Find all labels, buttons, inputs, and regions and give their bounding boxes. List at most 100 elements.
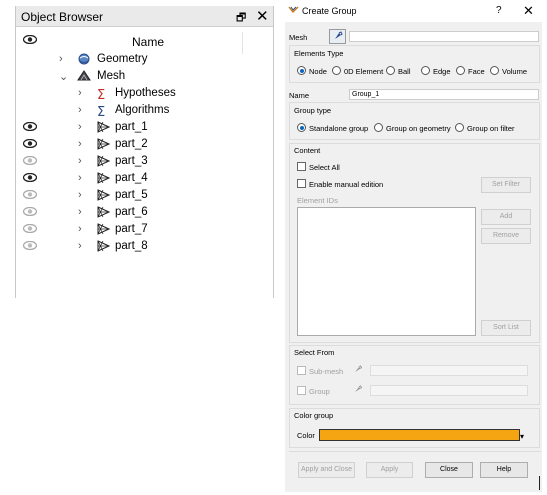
tree-header: Name: [16, 32, 273, 54]
tree-item[interactable]: › part_1: [16, 120, 272, 137]
elements-type-title: Elements Type: [294, 49, 344, 58]
elements-type-radio[interactable]: [456, 66, 465, 75]
submesh-icon: [97, 121, 111, 136]
group-field[interactable]: [370, 385, 528, 396]
tree-item-label: part_4: [115, 172, 148, 184]
tree-item-label: part_1: [115, 121, 148, 133]
set-filter-button[interactable]: Set Filter: [481, 177, 531, 193]
close-icon[interactable]: ✕: [523, 3, 534, 19]
tree-item[interactable]: › part_3: [16, 154, 272, 171]
tree-item[interactable]: › part_5: [16, 188, 272, 205]
object-browser-titlebar: Object Browser 🗗 ✕: [16, 6, 273, 27]
visibility-eye-icon[interactable]: [22, 189, 38, 202]
visibility-eye-icon[interactable]: [22, 121, 38, 134]
chevron-right-icon[interactable]: ›: [78, 138, 82, 150]
chevron-right-icon[interactable]: ›: [78, 189, 82, 201]
apply-and-close-button[interactable]: Apply and Close: [298, 462, 355, 478]
submesh-icon: [97, 138, 111, 153]
chevron-right-icon[interactable]: ›: [78, 104, 82, 116]
group-type-radio[interactable]: [297, 123, 306, 132]
chevron-right-icon[interactable]: ›: [78, 155, 82, 167]
visibility-eye-icon[interactable]: [22, 206, 38, 219]
help-button[interactable]: Help: [480, 462, 528, 478]
elements-type-radio[interactable]: [332, 66, 341, 75]
elements-type-radio[interactable]: [386, 66, 395, 75]
tree-item-label: Mesh: [97, 70, 126, 82]
visibility-eye-icon[interactable]: [22, 223, 38, 236]
create-group-icon: [288, 5, 299, 17]
group-type-option-label: Standalone group: [309, 124, 369, 133]
visibility-eye-icon[interactable]: [22, 155, 38, 168]
tree-item-label: part_7: [115, 223, 148, 235]
elements-type-radio[interactable]: [421, 66, 430, 75]
submesh-icon: [97, 172, 111, 187]
visibility-eye-icon[interactable]: [22, 172, 38, 185]
tree-item[interactable]: › part_7: [16, 222, 272, 239]
dialog-titlebar: Create Group ? ✕: [285, 0, 542, 22]
submesh-select-icon[interactable]: [352, 364, 363, 375]
group-checkbox[interactable]: [297, 386, 306, 395]
group-type-title: Group type: [294, 106, 332, 115]
mesh-select-button[interactable]: [329, 29, 346, 44]
header-separator: [242, 32, 243, 54]
chevron-right-icon[interactable]: ›: [78, 172, 82, 184]
submesh-icon: [97, 189, 111, 204]
elements-type-option-label: Node: [309, 67, 327, 76]
tree-item[interactable]: ⌄ Mesh: [16, 69, 272, 86]
color-group-title: Color group: [294, 411, 334, 420]
remove-button[interactable]: Remove: [481, 228, 531, 244]
group-type-option-label: Group on geometry: [386, 124, 451, 133]
chevron-right-icon[interactable]: ›: [78, 240, 82, 252]
visibility-eye-icon[interactable]: [22, 240, 38, 253]
add-button[interactable]: Add: [481, 209, 531, 225]
tree-item[interactable]: › Σ Hypotheses: [16, 86, 272, 103]
tree-item[interactable]: › part_6: [16, 205, 272, 222]
mesh-icon: [77, 70, 91, 85]
tree-item[interactable]: › Σ Algorithms: [16, 103, 272, 120]
tree-item[interactable]: › part_8: [16, 239, 272, 256]
submesh-field[interactable]: [370, 365, 528, 376]
elements-type-option-label: Volume: [502, 67, 528, 76]
chevron-right-icon[interactable]: ›: [78, 87, 82, 99]
group-select-icon[interactable]: [352, 384, 363, 395]
help-icon[interactable]: ?: [496, 5, 502, 16]
tree-item[interactable]: › part_2: [16, 137, 272, 154]
tree-item[interactable]: › Geometry: [16, 52, 272, 69]
submesh-icon: [97, 240, 111, 255]
select-all-label: Select All: [309, 163, 340, 172]
chevron-down-icon[interactable]: ⌄: [59, 70, 68, 83]
close-panel-icon[interactable]: ✕: [256, 7, 269, 25]
geometry-icon: [77, 53, 91, 68]
mesh-field[interactable]: [349, 31, 539, 42]
chevron-right-icon[interactable]: ›: [78, 206, 82, 218]
float-panel-icon[interactable]: 🗗: [236, 9, 246, 28]
group-type-radio[interactable]: [374, 123, 383, 132]
chevron-right-icon[interactable]: ›: [59, 53, 63, 65]
visibility-eye-icon[interactable]: [22, 138, 38, 151]
color-label: Color: [297, 431, 315, 440]
elements-type-radio[interactable]: [490, 66, 499, 75]
elements-type-radio[interactable]: [297, 66, 306, 75]
enable-manual-checkbox[interactable]: [297, 179, 306, 188]
element-ids-list[interactable]: [297, 207, 476, 336]
chevron-right-icon[interactable]: ›: [78, 223, 82, 235]
select-all-checkbox[interactable]: [297, 162, 306, 171]
tree-header-name: Name: [132, 35, 165, 49]
group-type-radio[interactable]: [455, 123, 464, 132]
color-dropdown-arrow-icon[interactable]: ▾: [520, 432, 524, 441]
sort-list-button[interactable]: Sort List: [481, 320, 531, 336]
object-browser-panel: Object Browser 🗗 ✕ Name › Geometry ⌄ Mesh › Σ…: [15, 6, 274, 298]
color-swatch-button[interactable]: [319, 429, 520, 441]
submesh-icon: [97, 223, 111, 238]
apply-button[interactable]: Apply: [366, 462, 413, 478]
tree-item-label: Algorithms: [115, 104, 170, 116]
tree-item-label: part_3: [115, 155, 148, 167]
close-button[interactable]: Close: [425, 462, 473, 478]
submesh-checkbox[interactable]: [297, 366, 306, 375]
hypotheses-icon: Σ: [97, 87, 109, 103]
svg-text:Σ: Σ: [97, 105, 105, 117]
tree-item[interactable]: › part_4: [16, 171, 272, 188]
name-field[interactable]: Group_1: [349, 89, 539, 100]
chevron-right-icon[interactable]: ›: [78, 121, 82, 133]
mesh-label: Mesh: [289, 33, 308, 42]
